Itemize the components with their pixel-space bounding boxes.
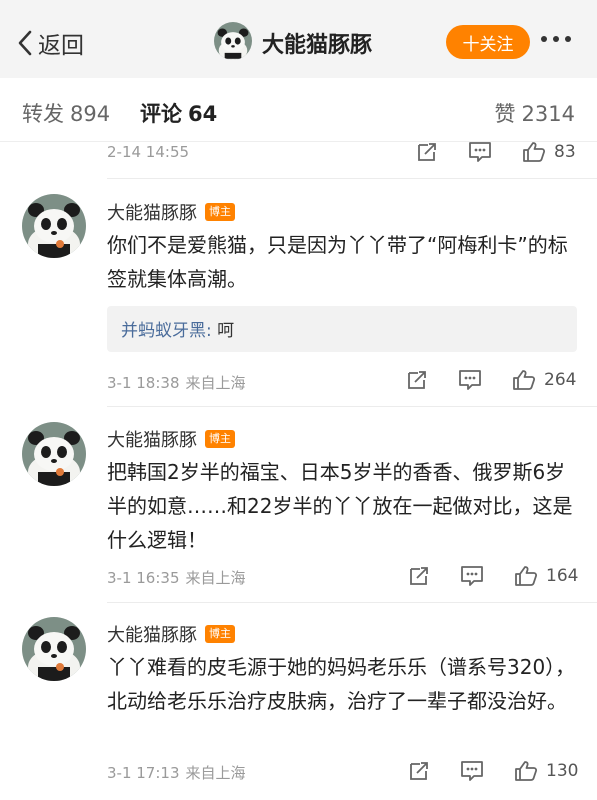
tab-repost[interactable]: 转发 894 xyxy=(22,98,110,128)
comment-time: 3-1 17:13 xyxy=(107,764,180,782)
author-badge: 博主 xyxy=(205,430,235,448)
user-name[interactable]: 大能猫豚豚 xyxy=(107,621,197,647)
avatar[interactable] xyxy=(22,194,86,258)
back-label: 返回 xyxy=(38,33,84,59)
like-button[interactable]: 264 xyxy=(512,369,576,391)
comment-time: 2-14 14:55 xyxy=(107,143,190,161)
comment-author: 大能猫豚豚 博主 xyxy=(107,621,235,647)
comment-actions: 83 xyxy=(416,141,576,163)
tab-like-count: 2314 xyxy=(521,102,575,126)
reply-separator: : xyxy=(206,321,212,341)
comment-source: 来自上海 xyxy=(185,569,246,587)
header-user-name[interactable]: 大能猫豚豚 xyxy=(262,27,372,59)
comment-meta: 3-1 16:35 来自上海 xyxy=(107,567,246,588)
comment-text: 把韩国2岁半的福宝、日本5岁半的香香、俄罗斯6岁半的如意……和22岁半的丫丫放在… xyxy=(107,460,573,552)
top-bar: 返回 大能猫豚豚 十关注 xyxy=(0,0,597,78)
comment-actions: 130 xyxy=(408,760,578,782)
share-icon[interactable] xyxy=(408,760,430,782)
share-icon[interactable] xyxy=(406,369,428,391)
tab-repost-label: 转发 xyxy=(22,102,64,126)
user-name[interactable]: 大能猫豚豚 xyxy=(107,199,197,225)
author-badge: 博主 xyxy=(205,625,235,643)
reply-text: 呵 xyxy=(217,321,235,341)
like-button[interactable]: 83 xyxy=(522,141,576,163)
comment-source: 来自上海 xyxy=(185,764,246,782)
thumbs-up-icon xyxy=(515,761,538,781)
more-icon[interactable] xyxy=(541,36,571,42)
comment-icon[interactable] xyxy=(458,369,482,391)
like-button[interactable]: 130 xyxy=(514,760,578,782)
thumbs-up-icon xyxy=(523,142,546,162)
thumbs-up-icon xyxy=(513,370,536,390)
header-avatar[interactable] xyxy=(214,22,252,60)
comment-text: 你们不是爱熊猫，只是因为丫丫带了“阿梅利卡”的标签就集体高潮。 xyxy=(107,233,568,291)
like-count: 83 xyxy=(554,142,576,162)
divider xyxy=(107,178,597,179)
more-dot xyxy=(541,36,547,42)
tab-like[interactable]: 赞 2314 xyxy=(495,98,575,128)
more-dot xyxy=(553,36,559,42)
comment-author: 大能猫豚豚 博主 xyxy=(107,426,235,452)
tab-repost-count: 894 xyxy=(70,102,111,126)
tab-bar: 转发 894 评论 64 赞 2314 xyxy=(0,78,597,142)
comment-actions: 164 xyxy=(408,565,578,587)
like-count: 164 xyxy=(546,566,579,586)
reply-preview[interactable]: 并蚂蚁牙黑: 呵 xyxy=(107,306,577,352)
divider xyxy=(107,406,597,407)
comment-meta: 3-1 18:38 来自上海 xyxy=(107,372,246,393)
follow-button[interactable]: 十关注 xyxy=(446,25,530,59)
share-icon[interactable] xyxy=(408,565,430,587)
comment-time: 3-1 18:38 xyxy=(107,374,180,392)
thumbs-up-icon xyxy=(515,566,538,586)
comment-meta: 2-14 14:55 xyxy=(107,143,189,161)
tab-comment-label: 评论 xyxy=(140,102,182,126)
author-badge: 博主 xyxy=(205,203,235,221)
reply-user[interactable]: 并蚂蚁牙黑 xyxy=(121,321,206,341)
tab-comment-count: 64 xyxy=(188,102,218,126)
chevron-left-icon xyxy=(18,30,32,56)
avatar[interactable] xyxy=(22,617,86,681)
user-name[interactable]: 大能猫豚豚 xyxy=(107,426,197,452)
like-count: 130 xyxy=(546,761,579,781)
like-button[interactable]: 164 xyxy=(514,565,578,587)
tab-comment[interactable]: 评论 64 xyxy=(140,98,217,128)
share-icon[interactable] xyxy=(416,141,438,163)
comment-author: 大能猫豚豚 博主 xyxy=(107,199,235,225)
comment-text: 丫丫难看的皮毛源于她的妈妈老乐乐（谱系号320），北动给老乐乐治疗皮肤病，治疗了… xyxy=(107,655,576,713)
comment-icon[interactable] xyxy=(460,760,484,782)
more-dot xyxy=(565,36,571,42)
avatar[interactable] xyxy=(22,422,86,486)
comment-meta: 3-1 17:13 来自上海 xyxy=(107,762,246,783)
tab-like-label: 赞 xyxy=(494,102,516,126)
like-count: 264 xyxy=(544,370,577,390)
comment-source: 来自上海 xyxy=(185,374,246,392)
divider xyxy=(107,602,597,603)
comment-icon[interactable] xyxy=(468,141,492,163)
back-button[interactable]: 返回 xyxy=(16,26,84,60)
comment-actions: 264 xyxy=(406,369,576,391)
comment-icon[interactable] xyxy=(460,565,484,587)
comment-time: 3-1 16:35 xyxy=(107,569,180,587)
